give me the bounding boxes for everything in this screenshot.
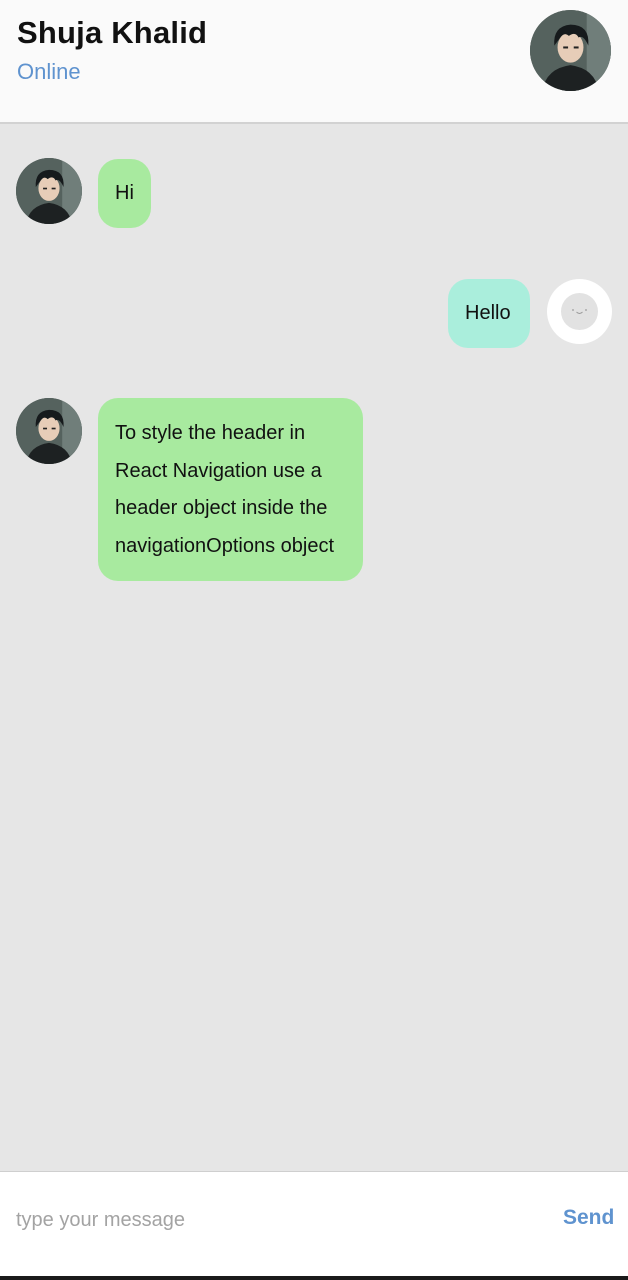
bottom-edge-bar (0, 1276, 628, 1280)
message-bubble-sent[interactable]: Hello (448, 279, 530, 348)
sender-avatar[interactable] (16, 398, 82, 464)
message-input[interactable] (16, 1205, 516, 1235)
anime-avatar-icon (16, 398, 82, 464)
anime-avatar-icon (530, 10, 611, 91)
message-bubble-received[interactable]: To style the header in React Navigation … (98, 398, 363, 581)
send-button[interactable]: Send (563, 1206, 614, 1230)
online-status: Online (17, 59, 81, 84)
message-bubble-received[interactable]: Hi (98, 159, 151, 228)
anime-avatar-icon (16, 158, 82, 224)
contact-avatar[interactable] (530, 10, 611, 91)
chat-header: Shuja Khalid Online (0, 0, 628, 124)
user-avatar-placeholder[interactable] (547, 279, 612, 344)
sender-avatar[interactable] (16, 158, 82, 224)
chat-screen: Shuja Khalid Online Hi Hello To style th… (0, 0, 628, 1280)
default-face-icon (561, 293, 598, 330)
message-composer: Send (0, 1171, 628, 1276)
contact-name: Shuja Khalid (17, 15, 208, 50)
